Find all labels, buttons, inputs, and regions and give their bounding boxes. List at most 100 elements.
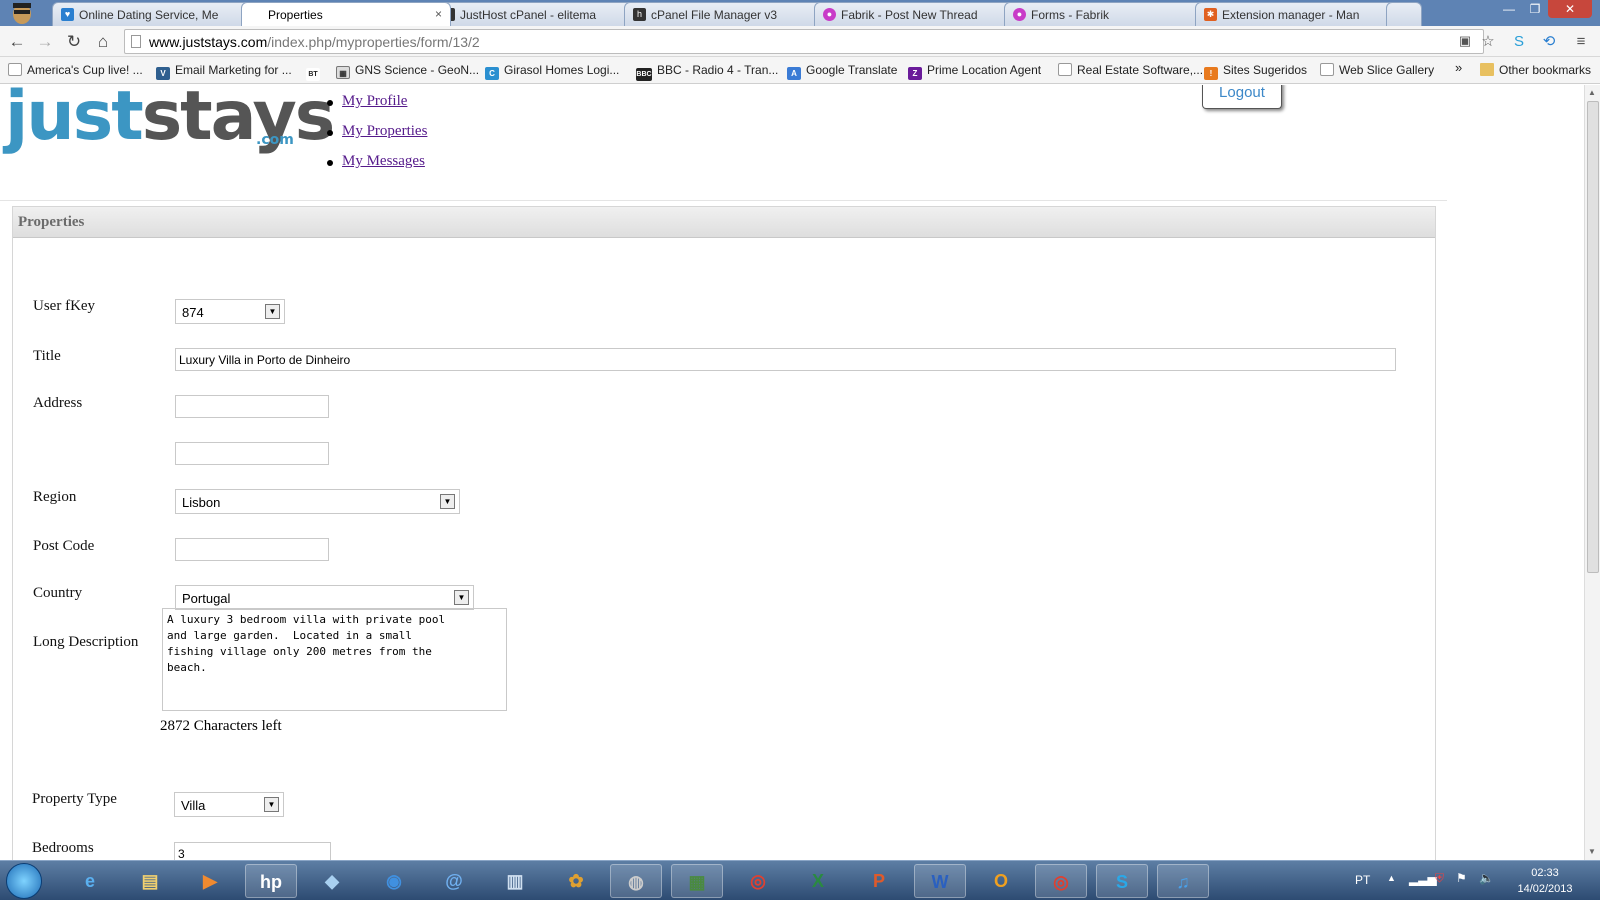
nav-item-my-properties: My Properties (326, 123, 427, 153)
page-icon (8, 63, 22, 76)
forward-arrow-icon[interactable]: → (34, 31, 56, 53)
tab-forms-fabrik[interactable]: ● Forms - Fabrik × (1004, 2, 1214, 26)
extension-icon[interactable]: ▣ (1454, 30, 1476, 52)
title-input[interactable]: Luxury Villa in Porto de Dinheiro (175, 348, 1396, 371)
explorer-icon[interactable]: ▤ (124, 864, 176, 898)
bookmark-item[interactable]: A Google Translate (787, 63, 897, 80)
bookmark-item[interactable]: ▦ GNS Science - GeoN... (336, 63, 479, 79)
region-select[interactable]: Lisbon ▼ (175, 489, 460, 514)
hp-icon[interactable]: hp (245, 864, 297, 898)
properties-form-panel: Properties User fKey 874 ▼ Title Luxury … (12, 206, 1436, 860)
media-player-icon[interactable]: ▶ (184, 864, 236, 898)
other-bookmarks[interactable]: Other bookmarks (1480, 63, 1591, 77)
itunes-icon[interactable]: ♫ (1157, 864, 1209, 898)
skype-extension-icon[interactable]: S (1508, 31, 1530, 53)
gimp-icon[interactable]: ◍ (610, 864, 662, 898)
menu-icon[interactable]: ≡ (1570, 31, 1592, 53)
bookmark-item[interactable]: Real Estate Software,... (1058, 63, 1203, 77)
postcode-input[interactable] (175, 538, 329, 561)
bookmark-item[interactable]: ! Sites Sugeridos (1204, 63, 1307, 80)
language-indicator[interactable]: PT (1355, 873, 1370, 887)
tab-justhost-cpanel[interactable]: h JustHost cPanel - elitema × (433, 2, 643, 26)
nav-item-my-profile: My Profile (326, 93, 427, 123)
start-button-icon[interactable] (6, 863, 42, 899)
ie-icon[interactable]: e (64, 864, 116, 898)
excel-icon[interactable]: X (792, 864, 844, 898)
powerpoint-icon[interactable]: P (853, 864, 905, 898)
url-domain: www.juststays.com (149, 34, 268, 50)
skype-icon[interactable]: S (1096, 864, 1148, 898)
logout-button[interactable]: Logout (1202, 85, 1282, 109)
address-bar[interactable]: www.juststays.com/index.php/myproperties… (124, 29, 1484, 54)
property-type-label: Property Type (32, 791, 117, 807)
security-alert-icon[interactable]: ⛨ (1435, 871, 1444, 886)
bookmark-item[interactable]: BT (306, 63, 325, 81)
tab-properties[interactable]: Properties × (241, 2, 451, 26)
page-scrollbar[interactable]: ▲ ▼ (1584, 85, 1600, 860)
tab-extension-manager[interactable]: ✱ Extension manager - Man (1195, 2, 1405, 26)
bookmark-star-icon[interactable]: ☆ (1477, 31, 1499, 53)
logo-com-suffix: .com (256, 132, 294, 148)
sync-extension-icon[interactable]: ⟲ (1538, 31, 1560, 53)
new-tab-button[interactable] (1386, 2, 1422, 26)
word-icon[interactable]: W (914, 864, 966, 898)
tab-title: Online Dating Service, Me (79, 8, 219, 22)
clock[interactable]: 02:33 14/02/2013 (1510, 865, 1580, 897)
scroll-up-arrow-icon[interactable]: ▲ (1588, 88, 1596, 97)
minimize-icon[interactable]: — (1496, 0, 1522, 18)
bedrooms-input[interactable]: 3 (174, 842, 331, 860)
bookmark-item[interactable]: Web Slice Gallery (1320, 63, 1434, 77)
fabrik-favicon-icon: ● (823, 8, 836, 21)
windows-taskbar: e ▤ ▶ hp ◆ ◉ @ ▥ ✿ ◍ ▦ ◎ X P W O ◎ S ♫ P… (0, 860, 1600, 900)
network-signal-icon[interactable]: ▂▃▅ (1409, 872, 1437, 886)
property-type-select[interactable]: Villa ▼ (174, 792, 284, 817)
spiral-icon[interactable]: @ (428, 864, 480, 898)
chrome-open-icon[interactable]: ◎ (1035, 864, 1087, 898)
tab-cpanel-file-manager[interactable]: h cPanel File Manager v3 × (624, 2, 834, 26)
home-icon[interactable]: ⌂ (92, 31, 114, 53)
folder-icon (1480, 63, 1494, 76)
outlook-icon[interactable]: O (975, 864, 1027, 898)
panel-icon[interactable]: ▥ (489, 864, 541, 898)
globe-icon[interactable]: ◉ (368, 864, 420, 898)
show-hidden-icons-icon[interactable]: ▲ (1387, 873, 1396, 883)
bbc-icon: BBC (636, 68, 652, 81)
tab-online-dating[interactable]: ♥ Online Dating Service, Me × (52, 2, 262, 26)
box-icon[interactable]: ◆ (306, 864, 358, 898)
scroll-thumb[interactable] (1587, 101, 1599, 573)
address-line2-input[interactable] (175, 442, 329, 465)
close-window-icon[interactable]: ✕ (1548, 0, 1592, 18)
profile-avatar-icon[interactable] (8, 1, 36, 25)
tab-close-icon[interactable]: × (435, 7, 442, 21)
bookmark-item[interactable]: BBC BBC - Radio 4 - Tran... (636, 63, 778, 81)
mailchimp-icon: V (156, 67, 170, 80)
tab-fabrik-post-thread[interactable]: ● Fabrik - Post New Thread × (814, 2, 1024, 26)
user-fkey-label: User fKey (33, 298, 96, 314)
bookmarks-bar: America's Cup live! ... V Email Marketing… (0, 57, 1600, 84)
user-fkey-select[interactable]: 874 ▼ (175, 299, 285, 324)
bookmark-item[interactable]: Z Prime Location Agent (908, 63, 1041, 80)
volume-icon[interactable]: 🔈 (1479, 871, 1494, 885)
reload-icon[interactable]: ↻ (63, 31, 85, 53)
bookmark-item[interactable]: America's Cup live! ... (8, 63, 143, 77)
restore-icon[interactable]: ❐ (1522, 0, 1548, 18)
suggested-icon: ! (1204, 67, 1218, 80)
scroll-down-arrow-icon[interactable]: ▼ (1588, 847, 1596, 856)
dropdown-arrow-icon: ▼ (264, 797, 279, 812)
picasa-icon[interactable]: ✿ (550, 864, 602, 898)
nav-link-my-profile[interactable]: My Profile (342, 93, 407, 109)
bookmark-item[interactable]: V Email Marketing for ... (156, 63, 292, 80)
spreadsheet-icon[interactable]: ▦ (671, 864, 723, 898)
nav-link-my-properties[interactable]: My Properties (342, 123, 427, 139)
action-center-flag-icon[interactable]: ⚑ (1456, 871, 1467, 885)
chrome-icon[interactable]: ◎ (732, 864, 784, 898)
bookmarks-overflow-chevron[interactable]: » (1455, 60, 1462, 75)
cpanel-favicon-icon: h (633, 8, 646, 21)
tab-title: Forms - Fabrik (1031, 8, 1109, 22)
country-select[interactable]: Portugal ▼ (175, 585, 474, 610)
address-line1-input[interactable] (175, 395, 329, 418)
nav-link-my-messages[interactable]: My Messages (342, 153, 425, 169)
bookmark-item[interactable]: C Girasol Homes Logi... (485, 63, 619, 80)
back-arrow-icon[interactable]: ← (6, 31, 28, 53)
long-description-textarea[interactable]: A luxury 3 bedroom villa with private po… (162, 608, 507, 711)
